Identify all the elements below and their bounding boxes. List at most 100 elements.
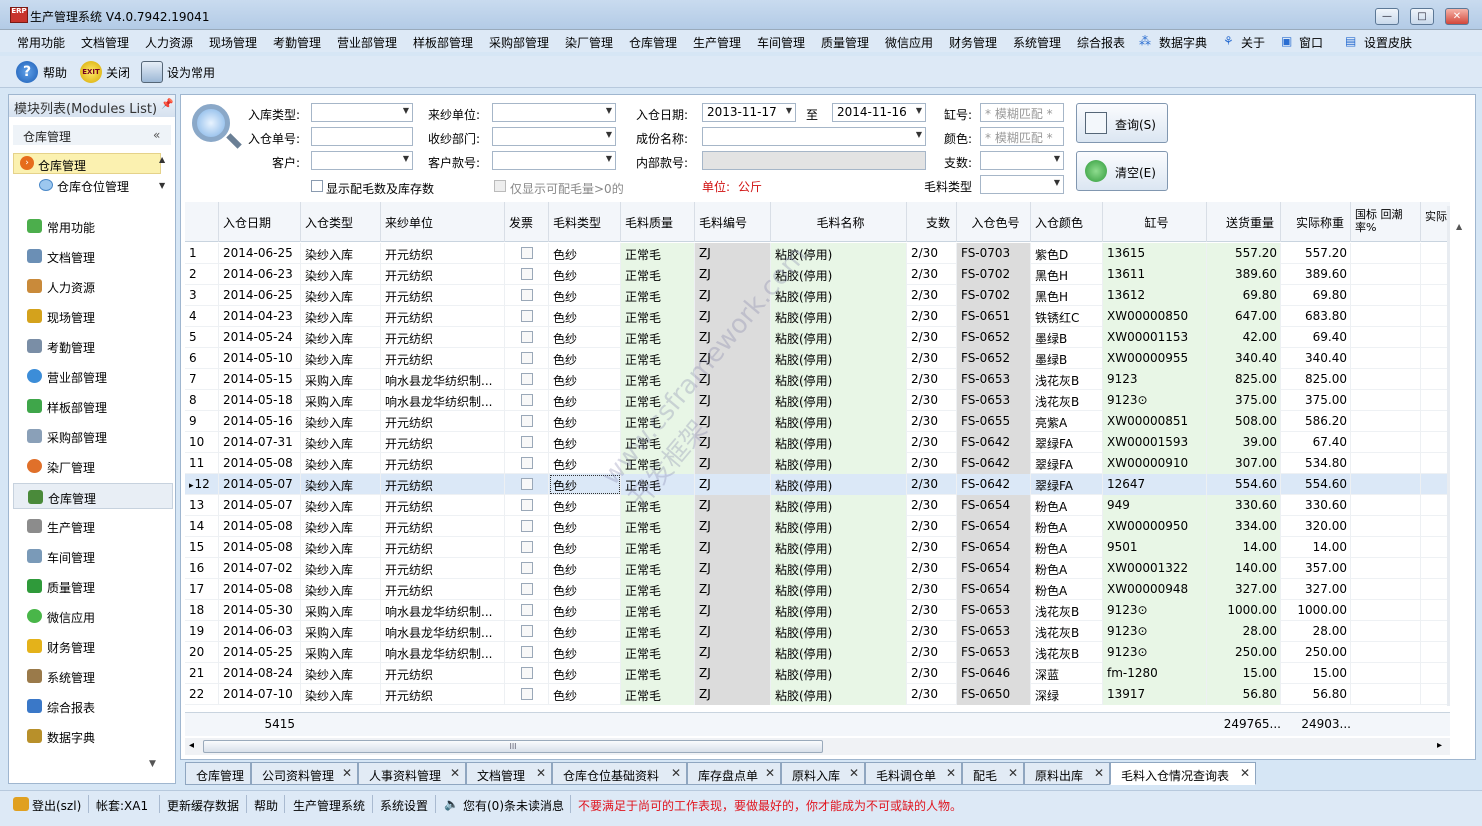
- tab-inventory[interactable]: 库存盘点单 ✕: [687, 762, 781, 785]
- column-header[interactable]: 来纱单位: [381, 202, 505, 242]
- tab-allocation[interactable]: 配毛 ✕: [962, 762, 1024, 785]
- color-input[interactable]: * 模糊匹配 *: [980, 127, 1064, 146]
- sidebar-item-quality[interactable]: 质量管理: [13, 573, 173, 599]
- invoice-checkbox[interactable]: [521, 415, 533, 427]
- table-row[interactable]: 6 2014-05-10 染纱入库 开元纺织 色纱 正常毛 ZJ 粘胶(停用) 2/30 FS-0…: [185, 348, 1450, 369]
- tab-transfer[interactable]: 毛料调仓单 ✕: [865, 762, 962, 785]
- invoice-checkbox[interactable]: [521, 352, 533, 364]
- scroll-down-icon[interactable]: ▼: [159, 181, 165, 190]
- menu-item[interactable]: 系统管理: [1013, 34, 1061, 51]
- sidebar-item-reports[interactable]: 综合报表: [13, 693, 173, 719]
- close-button[interactable]: 关闭: [106, 64, 130, 81]
- column-header[interactable]: 支数: [907, 202, 957, 242]
- menu-item[interactable]: 仓库管理: [629, 34, 677, 51]
- menu-item[interactable]: 人力资源: [145, 34, 193, 51]
- table-row[interactable]: 5 2014-05-24 染纱入库 开元纺织 色纱 正常毛 ZJ 粘胶(停用) 2/30 FS-0…: [185, 327, 1450, 348]
- invoice-cell[interactable]: [505, 348, 549, 369]
- invoice-cell[interactable]: [505, 390, 549, 411]
- menu-item[interactable]: 常用功能: [17, 34, 65, 51]
- close-icon[interactable]: ✕: [1094, 766, 1104, 780]
- status-help-button[interactable]: 帮助: [254, 797, 278, 814]
- sidebar-item-common[interactable]: 常用功能: [13, 213, 173, 239]
- tab-location-base[interactable]: 仓库仓位基础资料 ✕: [552, 762, 687, 785]
- logout-button[interactable]: 登出(szl): [32, 797, 81, 814]
- vertical-scrollbar[interactable]: [1447, 206, 1450, 706]
- menu-item[interactable]: 考勤管理: [273, 34, 321, 51]
- close-icon[interactable]: ✕: [671, 766, 681, 780]
- table-row[interactable]: 16 2014-07-02 染纱入库 开元纺织 色纱 正常毛 ZJ 粘胶(停用) 2/30 FS-…: [185, 558, 1450, 579]
- invoice-checkbox[interactable]: [521, 541, 533, 553]
- table-row[interactable]: 7 2014-05-15 采购入库 响水县龙华纺织制... 色纱 正常毛 ZJ 粘胶(停用) 2…: [185, 369, 1450, 390]
- invoice-checkbox[interactable]: [521, 289, 533, 301]
- column-header[interactable]: 毛料质量: [621, 202, 695, 242]
- invoice-cell[interactable]: [505, 621, 549, 642]
- invoice-checkbox[interactable]: [521, 478, 533, 490]
- sidebar-sub-location[interactable]: 仓库仓位管理: [13, 175, 161, 196]
- table-row[interactable]: 20 2014-05-25 采购入库 响水县龙华纺织制... 色纱 正常毛 ZJ 粘胶(停用)…: [185, 642, 1450, 663]
- date-to-picker[interactable]: 2014-11-16: [832, 103, 926, 122]
- query-button[interactable]: 查询(S): [1076, 103, 1168, 143]
- column-header[interactable]: 缸号: [1103, 202, 1207, 242]
- tab-in-query-report[interactable]: 毛料入仓情况查询表 ✕: [1110, 762, 1256, 785]
- close-icon[interactable]: ✕: [849, 766, 859, 780]
- menu-item[interactable]: 采购部管理: [489, 34, 549, 51]
- invoice-cell[interactable]: [505, 432, 549, 453]
- invoice-cell[interactable]: [505, 579, 549, 600]
- invoice-cell[interactable]: [505, 264, 549, 285]
- sidebar-item-wechat[interactable]: 微信应用: [13, 603, 173, 629]
- invoice-checkbox[interactable]: [521, 310, 533, 322]
- invoice-cell[interactable]: [505, 474, 549, 495]
- menu-item[interactable]: 质量管理: [821, 34, 869, 51]
- in-no-input[interactable]: [311, 127, 413, 146]
- invoice-checkbox[interactable]: [521, 394, 533, 406]
- column-header[interactable]: 毛料编号: [695, 202, 771, 242]
- sidebar-item-system[interactable]: 系统管理: [13, 663, 173, 689]
- menu-item[interactable]: 设置皮肤: [1364, 34, 1412, 51]
- invoice-checkbox[interactable]: [521, 625, 533, 637]
- column-header[interactable]: 入仓日期: [219, 202, 301, 242]
- horizontal-scrollbar[interactable]: ◂ III ▸: [185, 738, 1450, 755]
- invoice-checkbox[interactable]: [521, 583, 533, 595]
- invoice-cell[interactable]: [505, 663, 549, 684]
- menu-item[interactable]: 营业部管理: [337, 34, 397, 51]
- invoice-cell[interactable]: [505, 642, 549, 663]
- in-type-select[interactable]: [311, 103, 413, 122]
- sidebar-item-dye[interactable]: 染厂管理: [13, 453, 173, 479]
- column-header[interactable]: 国标 回潮率%: [1351, 202, 1421, 242]
- sidebar-item-dict[interactable]: 数据字典: [13, 723, 173, 749]
- maximize-button[interactable]: □: [1410, 8, 1434, 25]
- invoice-cell[interactable]: [505, 327, 549, 348]
- column-header[interactable]: 入仓颜色: [1031, 202, 1103, 242]
- column-header[interactable]: 毛料名称: [771, 202, 907, 242]
- refresh-cache-button[interactable]: 更新缓存数据: [167, 797, 239, 814]
- invoice-cell[interactable]: [505, 684, 549, 705]
- close-icon[interactable]: ✕: [946, 766, 956, 780]
- tab-hr[interactable]: 人事资料管理 ✕: [358, 762, 466, 785]
- tab-warehouse[interactable]: 仓库管理: [185, 762, 251, 785]
- date-from-picker[interactable]: 2013-11-17: [702, 103, 796, 122]
- invoice-checkbox[interactable]: [521, 499, 533, 511]
- collapse-icon[interactable]: «: [153, 128, 160, 142]
- from-unit-select[interactable]: [492, 103, 616, 122]
- menu-item[interactable]: 生产管理: [693, 34, 741, 51]
- column-header[interactable]: 发票: [505, 202, 549, 242]
- sidebar-item-workshop[interactable]: 车间管理: [13, 543, 173, 569]
- table-row[interactable]: 17 2014-05-08 染纱入库 开元纺织 色纱 正常毛 ZJ 粘胶(停用) 2/30 FS-…: [185, 579, 1450, 600]
- table-row[interactable]: 1 2014-06-25 染纱入库 开元纺织 色纱 正常毛 ZJ 粘胶(停用) 2/30 FS-0…: [185, 243, 1450, 264]
- scroll-left-icon[interactable]: ◂: [189, 740, 194, 751]
- table-row[interactable]: 15 2014-05-08 染纱入库 开元纺织 色纱 正常毛 ZJ 粘胶(停用) 2/30 FS-…: [185, 537, 1450, 558]
- minimize-button[interactable]: —: [1375, 8, 1399, 25]
- invoice-checkbox[interactable]: [521, 562, 533, 574]
- tab-material-out[interactable]: 原料出库 ✕: [1024, 762, 1110, 785]
- invoice-cell[interactable]: [505, 495, 549, 516]
- show-stock-checkbox[interactable]: [311, 180, 323, 192]
- column-header[interactable]: 送货重量: [1207, 202, 1281, 242]
- invoice-cell[interactable]: [505, 285, 549, 306]
- sidebar-group-header[interactable]: 仓库管理: [13, 125, 171, 145]
- yarn-type-select[interactable]: [980, 175, 1064, 194]
- tab-docs[interactable]: 文档管理 ✕: [466, 762, 552, 785]
- invoice-cell[interactable]: [505, 243, 549, 264]
- sidebar-item-docs[interactable]: 文档管理: [13, 243, 173, 269]
- invoice-cell[interactable]: [505, 306, 549, 327]
- invoice-cell[interactable]: [505, 453, 549, 474]
